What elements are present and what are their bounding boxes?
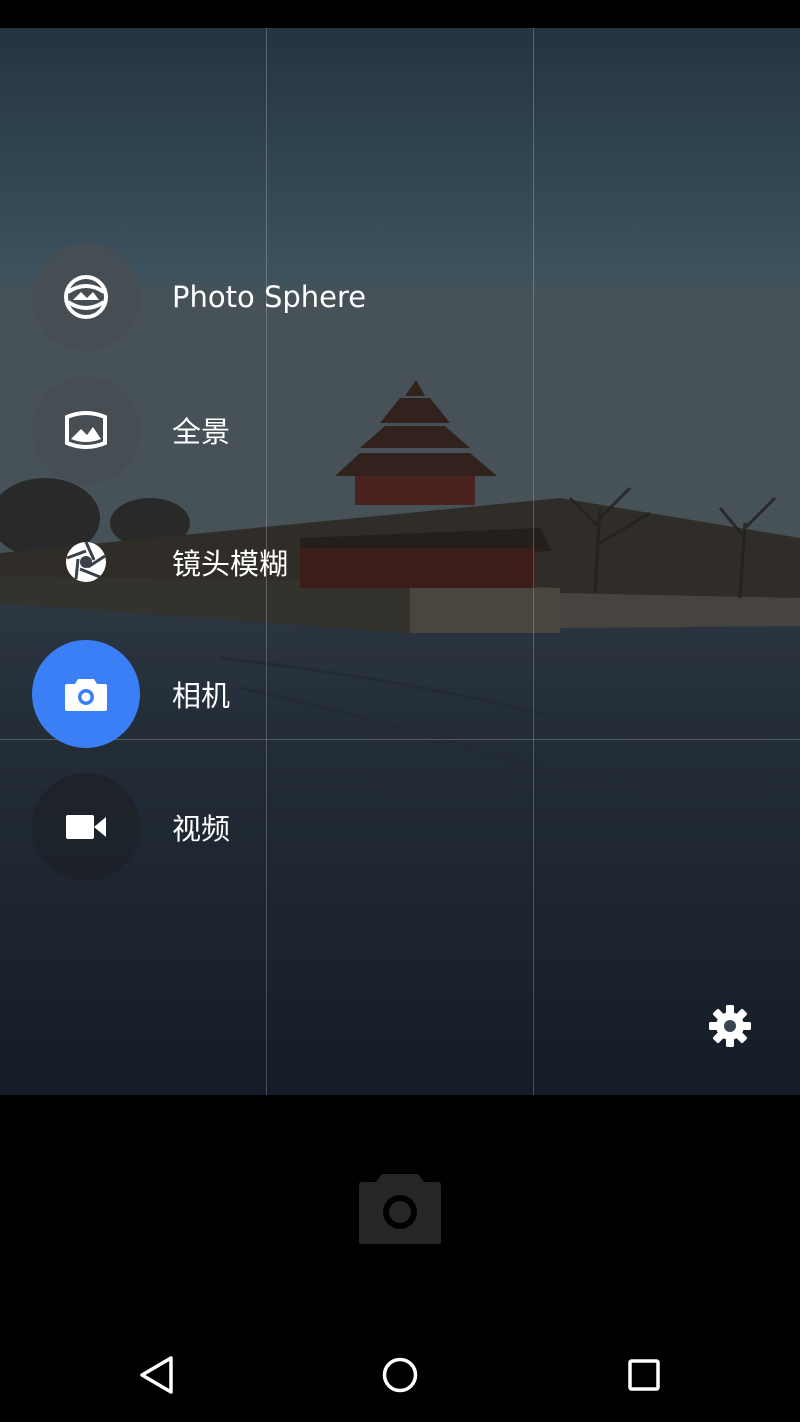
mode-icon-button[interactable] [32, 773, 140, 881]
panorama-icon [65, 411, 107, 449]
mode-icon-button[interactable] [32, 508, 140, 616]
nav-home-button[interactable] [375, 1350, 425, 1400]
shutter-button[interactable] [358, 1172, 442, 1246]
camera-shutter-icon [359, 1174, 441, 1244]
mode-label: 相机 [172, 679, 231, 713]
mode-video[interactable]: 视频 [32, 773, 230, 881]
photo-sphere-icon [64, 275, 108, 319]
mode-camera[interactable]: 相机 [32, 640, 230, 748]
nav-recents-button[interactable] [619, 1350, 669, 1400]
settings-button[interactable] [706, 1002, 754, 1050]
back-triangle-icon [140, 1356, 173, 1394]
mode-label: 镜头模糊 [172, 547, 289, 581]
grid-line [533, 28, 534, 1095]
mode-lens-blur[interactable]: 镜头模糊 [32, 508, 288, 616]
video-camera-icon [66, 815, 106, 839]
mode-label: 视频 [172, 812, 231, 846]
recents-square-icon [628, 1359, 660, 1391]
mode-panorama[interactable]: 全景 [32, 376, 230, 484]
status-bar [0, 0, 800, 28]
mode-label: 全景 [172, 415, 231, 449]
camera-icon [65, 679, 107, 711]
mode-icon-button[interactable] [32, 376, 140, 484]
aperture-icon [66, 541, 106, 582]
nav-back-button[interactable] [131, 1350, 181, 1400]
mode-photo-sphere[interactable]: Photo Sphere [32, 243, 366, 351]
home-circle-icon [382, 1357, 418, 1393]
mode-icon-button[interactable] [32, 640, 140, 748]
gear-icon [709, 1005, 751, 1047]
mode-label: Photo Sphere [172, 280, 367, 314]
mode-icon-button[interactable] [32, 243, 140, 351]
